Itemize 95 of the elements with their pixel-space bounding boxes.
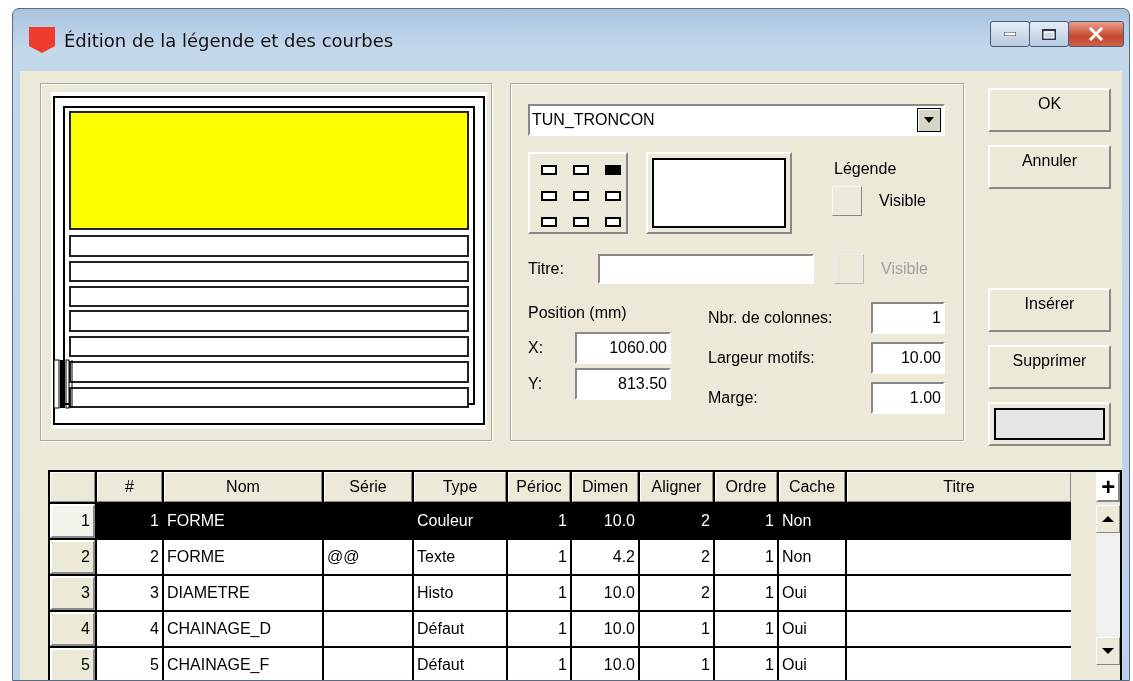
coordinate-field[interactable]: 1060.00 bbox=[575, 332, 671, 364]
table-cell: Histo bbox=[414, 576, 506, 610]
row-header[interactable]: 4 bbox=[50, 612, 95, 646]
table-cell: 10.0 bbox=[572, 576, 638, 610]
table-cell: CHAINAGE_F bbox=[164, 648, 322, 680]
table-cell: 4.2 bbox=[572, 540, 638, 574]
table-cell: 10.0 bbox=[572, 612, 638, 646]
row-header[interactable]: 2 bbox=[50, 540, 95, 574]
column-header[interactable]: Dimen bbox=[572, 472, 638, 502]
pattern-preview-button[interactable] bbox=[646, 152, 792, 234]
table-cell: Non bbox=[779, 540, 845, 574]
dialog-button[interactable]: Annuler bbox=[988, 145, 1111, 189]
position-label: Position (mm) bbox=[528, 304, 628, 323]
table-cell: Oui bbox=[779, 612, 845, 646]
anchor-option[interactable] bbox=[605, 217, 621, 227]
column-header[interactable]: Série bbox=[324, 472, 412, 502]
visible-label: Visible bbox=[881, 260, 928, 278]
anchor-option[interactable] bbox=[573, 191, 589, 201]
table-cell: 1 bbox=[640, 612, 713, 646]
minimize-icon bbox=[1004, 32, 1016, 36]
row-header[interactable]: 5 bbox=[50, 648, 95, 680]
close-button[interactable] bbox=[1068, 21, 1124, 47]
table-cell: 3 bbox=[97, 576, 162, 610]
column-header[interactable]: Cache bbox=[779, 472, 845, 502]
caret-icon bbox=[924, 117, 934, 123]
add-button[interactable]: + bbox=[1096, 472, 1120, 502]
anchor-option[interactable] bbox=[541, 217, 557, 227]
setting-field[interactable]: 1 bbox=[871, 302, 945, 334]
legend-label: Légende bbox=[834, 160, 898, 178]
table-cell: 1 bbox=[715, 576, 777, 610]
window-title: Édition de la légende et des courbes bbox=[64, 29, 395, 51]
setting-label: Marge: bbox=[708, 389, 759, 407]
column-header[interactable]: Périoc bbox=[508, 472, 570, 502]
visible-label: Visible bbox=[879, 192, 926, 210]
table-cell: FORME bbox=[164, 540, 322, 574]
table-cell: 1 bbox=[508, 612, 570, 646]
close-icon bbox=[1088, 27, 1104, 41]
dropdown-arrow-button[interactable] bbox=[917, 108, 941, 132]
column-header[interactable]: # bbox=[97, 472, 162, 502]
table-cell: 5 bbox=[97, 648, 162, 680]
setting-label: Nbr. de colonnes: bbox=[708, 309, 834, 327]
table-cell: 10.0 bbox=[572, 648, 638, 680]
table-cell: Oui bbox=[779, 576, 845, 610]
title-label: Titre: bbox=[528, 260, 565, 278]
anchor-option[interactable] bbox=[573, 217, 589, 227]
coordinate-field[interactable]: 813.50 bbox=[575, 368, 671, 400]
table-cell: 1 bbox=[508, 576, 570, 610]
anchor-option[interactable] bbox=[541, 191, 557, 201]
anchor-option[interactable] bbox=[573, 165, 589, 175]
column-header[interactable]: Titre bbox=[847, 472, 1071, 502]
scrollbar[interactable] bbox=[1096, 505, 1120, 665]
up-arrow-icon bbox=[1102, 516, 1115, 522]
table-cell: 2 bbox=[97, 540, 162, 574]
table-cell: 1 bbox=[715, 648, 777, 680]
table-cell: 1 bbox=[508, 648, 570, 680]
row-header[interactable]: 3 bbox=[50, 576, 95, 610]
maximize-button[interactable] bbox=[1029, 21, 1069, 47]
dialog-button[interactable]: OK bbox=[988, 88, 1111, 132]
column-header[interactable]: Aligner bbox=[640, 472, 713, 502]
table-cell: 2 bbox=[640, 540, 713, 574]
coordinate-label: Y: bbox=[528, 375, 544, 393]
setting-label: Largeur motifs: bbox=[708, 349, 816, 367]
table-cell: 2 bbox=[640, 576, 713, 610]
row-header[interactable]: 1 bbox=[50, 504, 95, 538]
scroll-up-button[interactable] bbox=[1096, 505, 1120, 533]
color-swatch-button[interactable] bbox=[988, 402, 1111, 446]
table-cell: 1 bbox=[640, 648, 713, 680]
anchor-option[interactable] bbox=[605, 191, 621, 201]
edit-button[interactable]: Insérer bbox=[988, 288, 1111, 332]
scroll-down-button[interactable] bbox=[1096, 637, 1120, 665]
column-header[interactable]: Type bbox=[414, 472, 506, 502]
table-cell: Texte bbox=[414, 540, 506, 574]
setting-field[interactable]: 1.00 bbox=[871, 382, 945, 414]
column-header[interactable]: Nom bbox=[164, 472, 322, 502]
title-input-field[interactable] bbox=[598, 254, 814, 284]
table-cell: DIAMETRE bbox=[164, 576, 322, 610]
table-cell: Défaut bbox=[414, 648, 506, 680]
maximize-icon bbox=[1042, 28, 1056, 40]
table-cell: CHAINAGE_D bbox=[164, 612, 322, 646]
layer-dropdown[interactable]: TUN_TRONCON bbox=[528, 104, 945, 136]
minimize-button[interactable] bbox=[990, 21, 1030, 47]
table-cell: 4 bbox=[97, 612, 162, 646]
shield-icon bbox=[28, 26, 56, 54]
column-header[interactable]: Ordre bbox=[715, 472, 777, 502]
table-cell: Défaut bbox=[414, 612, 506, 646]
table-cell: 1 bbox=[508, 540, 570, 574]
down-arrow-icon bbox=[1102, 648, 1115, 654]
edit-button[interactable]: Supprimer bbox=[988, 345, 1111, 389]
setting-field[interactable]: 10.00 bbox=[871, 342, 945, 374]
table-cell: @@ bbox=[324, 540, 412, 574]
table-cell: 1 bbox=[715, 540, 777, 574]
table-cell: 1 bbox=[715, 612, 777, 646]
table-cell: Oui bbox=[779, 648, 845, 680]
anchor-option[interactable] bbox=[541, 165, 557, 175]
coordinate-label: X: bbox=[528, 339, 545, 357]
